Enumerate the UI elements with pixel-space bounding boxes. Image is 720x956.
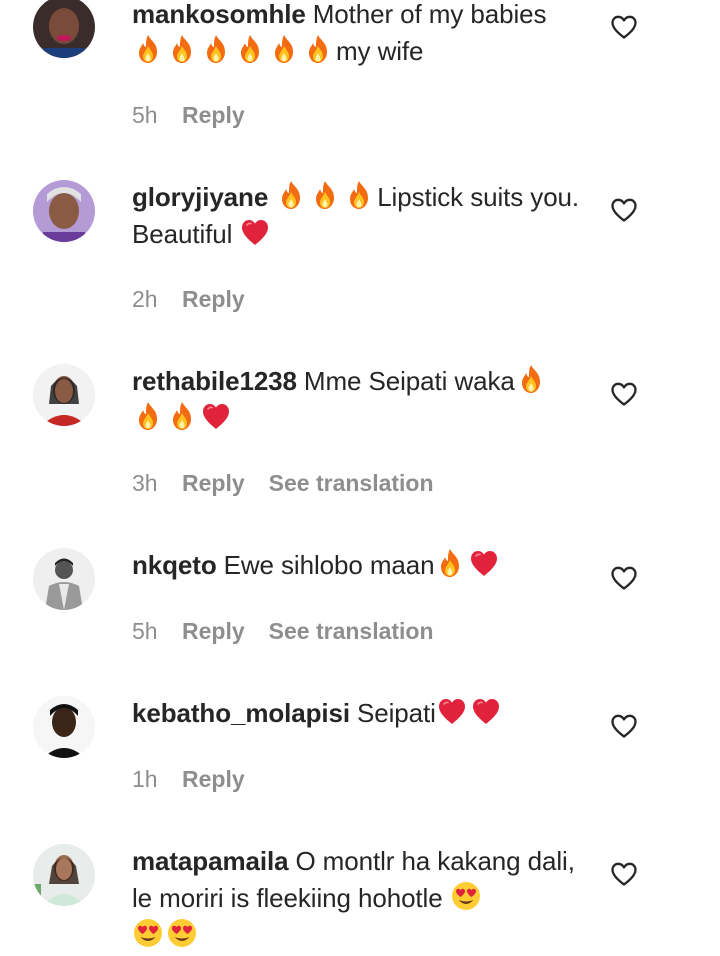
fire-emoji <box>268 34 300 64</box>
red-heart-emoji <box>470 696 502 726</box>
comment-body: Seipati <box>357 698 436 728</box>
comment-username[interactable]: kebatho_molapisi <box>132 698 350 728</box>
fire-emoji <box>200 34 232 64</box>
heart-outline-icon <box>610 565 638 591</box>
like-button[interactable] <box>610 197 638 223</box>
comment-time: 1h <box>132 766 158 792</box>
heart-eyes-emoji <box>450 881 482 911</box>
comment-time: 5h <box>132 618 158 644</box>
heart-outline-icon <box>610 14 638 40</box>
comment-body: Mme Seipati waka <box>303 366 515 396</box>
reply-button[interactable]: Reply <box>182 284 245 314</box>
red-heart-emoji <box>239 217 271 247</box>
reply-button[interactable]: Reply <box>182 616 245 646</box>
avatar[interactable] <box>33 844 95 906</box>
like-button[interactable] <box>610 565 638 591</box>
avatar[interactable] <box>33 548 95 610</box>
comment-body-tail: my wife <box>336 36 424 66</box>
comment-username[interactable]: gloryjiyane <box>132 182 268 212</box>
avatar[interactable] <box>33 696 95 758</box>
comment-username[interactable]: nkqeto <box>132 550 217 580</box>
see-translation-link[interactable]: See translation <box>269 616 434 646</box>
fire-emoji <box>302 34 334 64</box>
heart-eyes-emoji <box>132 918 164 948</box>
heart-outline-icon <box>610 861 638 887</box>
comment-meta: 5h Reply See translation <box>132 616 434 646</box>
comment-username[interactable]: mankosomhle <box>132 0 306 29</box>
red-heart-emoji <box>436 696 468 726</box>
fire-emoji <box>434 548 466 578</box>
reply-button[interactable]: Reply <box>182 764 245 794</box>
comment-time: 5h <box>132 102 158 128</box>
fire-emoji <box>515 364 547 394</box>
heart-outline-icon <box>610 713 638 739</box>
like-button[interactable] <box>610 14 638 40</box>
comment-body: Mother of my babies <box>312 0 547 29</box>
red-heart-emoji <box>468 548 500 578</box>
like-button[interactable] <box>610 381 638 407</box>
fire-emoji <box>132 401 164 431</box>
comment-meta: 2h Reply <box>132 284 269 314</box>
see-translation-link[interactable]: See translation <box>269 468 434 498</box>
comment-meta: 5h Reply <box>132 100 269 130</box>
comment-time: 2h <box>132 286 158 312</box>
reply-button[interactable]: Reply <box>182 468 245 498</box>
fire-emoji <box>275 180 307 210</box>
like-button[interactable] <box>610 861 638 887</box>
avatar[interactable] <box>33 180 95 242</box>
comment-text: matapamaila O montlr ha kakang dali, le m… <box>132 843 587 954</box>
heart-eyes-emoji <box>166 918 198 948</box>
fire-emoji <box>343 180 375 210</box>
fire-emoji <box>234 34 266 64</box>
heart-outline-icon <box>610 381 638 407</box>
avatar[interactable] <box>33 0 95 58</box>
comment-text: gloryjiyane Lipstick suits you. Beautiful <box>132 179 587 253</box>
reply-button[interactable]: Reply <box>182 100 245 130</box>
red-heart-emoji <box>200 401 232 431</box>
comment-username[interactable]: matapamaila <box>132 846 289 876</box>
comment-text: kebatho_molapisi Seipati <box>132 695 587 732</box>
comment-meta: 3h Reply See translation <box>132 468 434 498</box>
heart-outline-icon <box>610 197 638 223</box>
fire-emoji <box>166 34 198 64</box>
comment-text: rethabile1238 Mme Seipati waka <box>132 363 587 437</box>
fire-emoji <box>166 401 198 431</box>
comment-body: Ewe sihlobo maan <box>223 550 435 580</box>
fire-emoji <box>309 180 341 210</box>
like-button[interactable] <box>610 713 638 739</box>
comment-username[interactable]: rethabile1238 <box>132 366 297 396</box>
comment-text: mankosomhle Mother of my babies my wife <box>132 0 587 70</box>
fire-emoji <box>132 34 164 64</box>
comment-time: 3h <box>132 470 158 496</box>
comment-meta: 1h Reply <box>132 764 269 794</box>
comment-text: nkqeto Ewe sihlobo maan <box>132 547 587 584</box>
avatar[interactable] <box>33 364 95 426</box>
